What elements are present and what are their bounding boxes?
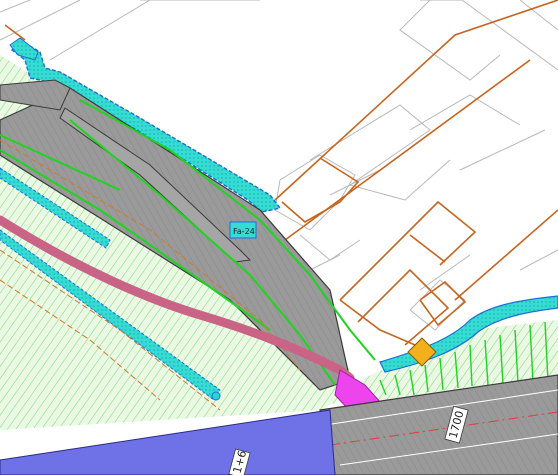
cad-site-plan: Fa-24 1700 1+6 xyxy=(0,0,558,475)
structure-tag: Fa-24 xyxy=(233,227,255,236)
strip-end-marker xyxy=(211,391,221,401)
